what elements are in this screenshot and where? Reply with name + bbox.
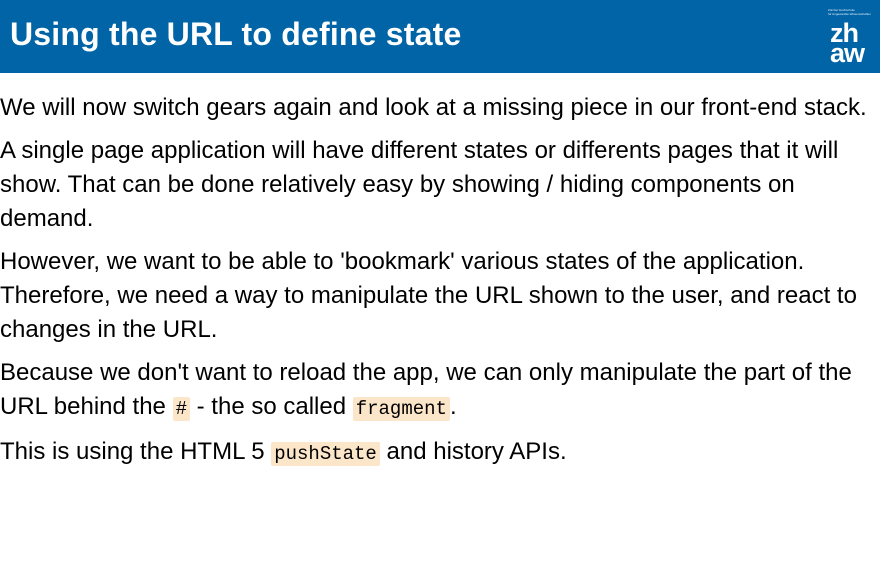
pushstate-code: pushState: [271, 442, 380, 466]
paragraph-4: Because we don't want to reload the app,…: [0, 356, 884, 426]
paragraph-3: However, we want to be able to 'bookmark…: [0, 248, 857, 343]
slide-header: Using the URL to define state Zürcher Ho…: [0, 0, 880, 73]
paragraph-4-text-3: .: [449, 393, 457, 420]
logo-small-text: Zürcher Hochschule für Angewandte Wissen…: [828, 8, 871, 16]
paragraph-4-text-2: - the so called: [189, 393, 353, 420]
fragment-code: fragment: [352, 397, 450, 421]
paragraph-5-text-1: This is using the HTML 5: [0, 438, 272, 465]
logo-aw: aw: [830, 38, 865, 68]
slide-title: Using the URL to define state: [10, 16, 462, 52]
slide-content: We will now switch gears again and look …: [0, 91, 884, 480]
paragraph-1: We will now switch gears again and look …: [0, 94, 867, 121]
paragraph-5-text-2: and history APIs.: [379, 438, 567, 465]
paragraph-2: A single page application will have diff…: [0, 137, 839, 232]
zhaw-logo: Zürcher Hochschule für Angewandte Wissen…: [828, 8, 871, 68]
hash-code: #: [172, 397, 190, 421]
paragraph-5: This is using the HTML 5 pushState and h…: [0, 435, 884, 471]
